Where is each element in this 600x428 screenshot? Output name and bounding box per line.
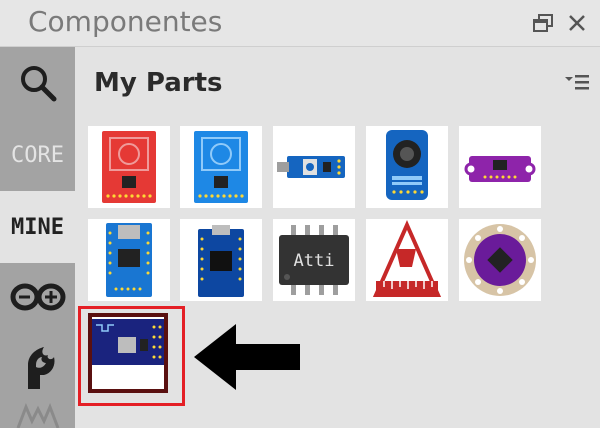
part-rfid-reader-red[interactable] [88, 126, 170, 208]
panel-title: Componentes [28, 5, 223, 38]
tab-sparkfun[interactable] [0, 331, 75, 403]
part-rfid-reader-blue[interactable] [180, 126, 262, 208]
part-attiny-chip[interactable]: Atti [273, 219, 355, 301]
pointer-arrow-icon [192, 322, 302, 392]
bin-menu-icon[interactable] [563, 71, 591, 95]
part-sound-sensor[interactable] [366, 126, 448, 208]
tab-mine-label: MINE [11, 214, 64, 240]
arduino-icon [10, 283, 65, 311]
part-ruler-icon-part[interactable] [366, 219, 448, 301]
bin-tabs-sidebar: CORE MINE [0, 47, 75, 428]
tab-arduino[interactable] [0, 263, 75, 331]
part-purple-breakout[interactable] [459, 126, 541, 208]
close-icon[interactable] [566, 12, 588, 34]
sparkfun-flame-icon [27, 347, 55, 389]
part-esp8266-module[interactable] [88, 313, 168, 393]
more-bins-icon [16, 403, 59, 428]
undock-icon[interactable] [532, 13, 554, 33]
part-mini-usb-board[interactable] [180, 219, 262, 301]
panel-titlebar: Componentes [0, 0, 600, 47]
bin-title: My Parts [94, 68, 223, 98]
tab-more[interactable] [0, 403, 75, 428]
components-panel: Componentes CORE MINE My Parts Atti [0, 0, 600, 428]
part-lilypad-board[interactable] [459, 219, 541, 301]
search-icon [20, 66, 56, 102]
tab-core-label: CORE [11, 142, 64, 168]
part-sensor-module[interactable] [273, 126, 355, 208]
tab-core[interactable]: CORE [0, 119, 75, 191]
attiny-chip-label: Atti [294, 251, 335, 271]
tab-search[interactable] [0, 47, 75, 119]
tab-mine[interactable]: MINE [0, 191, 75, 263]
part-usb-serial-board[interactable] [88, 219, 170, 301]
